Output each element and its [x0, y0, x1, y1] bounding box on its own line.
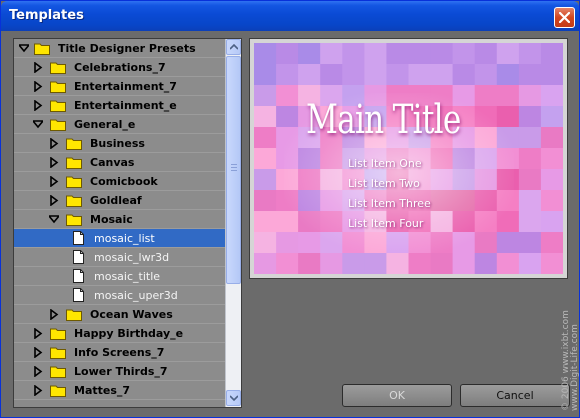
- expand-arrow-icon[interactable]: [50, 138, 60, 149]
- ok-button[interactable]: OK: [342, 384, 452, 407]
- scroll-thumb[interactable]: [226, 56, 241, 284]
- tree-item-label: Mattes_7: [74, 384, 131, 397]
- file-icon: [73, 269, 84, 283]
- tree-item-label: Title Designer Presets: [58, 42, 196, 55]
- tree-folder-item[interactable]: Goldleaf: [14, 191, 226, 210]
- folder-icon: [50, 328, 66, 340]
- expand-arrow-icon[interactable]: [50, 176, 60, 187]
- watermark: © 2006 www.ixbt.com www.Digit-Life.com: [561, 310, 579, 411]
- expand-arrow-icon[interactable]: [34, 81, 44, 92]
- folder-icon: [50, 100, 66, 112]
- preview-list-item: List Item Four: [348, 217, 424, 230]
- tree-item-label: Lower Thirds_7: [74, 365, 168, 378]
- expand-arrow-icon[interactable]: [34, 62, 44, 73]
- folder-icon: [66, 214, 82, 226]
- close-icon: [559, 12, 570, 23]
- folder-icon: [66, 138, 82, 150]
- tree-item-label: Entertainment_7: [74, 80, 177, 93]
- preview-main-title: Main Title: [306, 97, 461, 143]
- collapse-arrow-icon[interactable]: [49, 214, 59, 225]
- folder-icon: [66, 195, 82, 207]
- cancel-button[interactable]: Cancel: [460, 384, 570, 407]
- preview-frame: Main Title List Item One List Item Two L…: [249, 38, 568, 279]
- tree-item-label: Info Screens_7: [74, 346, 165, 359]
- folder-icon: [50, 119, 66, 131]
- expand-arrow-icon[interactable]: [34, 100, 44, 111]
- preview-list-item: List Item Two: [348, 177, 420, 190]
- preview-list-item: List Item Three: [348, 197, 431, 210]
- tree-file-item[interactable]: mosaic_lwr3d: [14, 248, 226, 267]
- folder-icon: [66, 176, 82, 188]
- tree-folder-item[interactable]: Entertainment_e: [14, 96, 226, 115]
- tree-item-label: Goldleaf: [90, 194, 142, 207]
- expand-arrow-icon[interactable]: [34, 366, 44, 377]
- preview-list-item: List Item One: [348, 157, 422, 170]
- expand-arrow-icon[interactable]: [50, 309, 60, 320]
- tree-folder-item[interactable]: Comicbook: [14, 172, 226, 191]
- file-icon: [73, 250, 84, 264]
- tree-file-item[interactable]: mosaic_uper3d: [14, 286, 226, 305]
- expand-arrow-icon[interactable]: [50, 157, 60, 168]
- folder-icon: [50, 385, 66, 397]
- chevron-up-icon: [230, 44, 238, 50]
- templates-dialog: Templates Title Designer Presets Celebrat…: [0, 0, 580, 418]
- tree-item-label: Happy Birthday_e: [74, 327, 184, 340]
- dialog-body: Title Designer Presets Celebrations_7 Ente…: [4, 31, 576, 415]
- close-button[interactable]: [554, 7, 575, 28]
- watermark-line-2: www.Digit-Life.com: [570, 324, 579, 411]
- tree-list: Title Designer Presets Celebrations_7 Ente…: [14, 39, 226, 400]
- tree-folder-item[interactable]: Happy Birthday_e: [14, 324, 226, 343]
- tree-file-item[interactable]: mosaic_title: [14, 267, 226, 286]
- file-icon: [73, 231, 84, 245]
- tree-scrollbar[interactable]: [225, 39, 241, 407]
- expand-arrow-icon[interactable]: [34, 328, 44, 339]
- folder-icon: [66, 157, 82, 169]
- tree-folder-item[interactable]: Mattes_7: [14, 381, 226, 400]
- tree-item-label: mosaic_title: [94, 270, 161, 283]
- title-bar[interactable]: Templates: [1, 1, 579, 31]
- tree-folder-item[interactable]: Mosaic: [14, 210, 226, 229]
- expand-arrow-icon[interactable]: [34, 385, 44, 396]
- tree-item-label: Comicbook: [90, 175, 158, 188]
- window-title: Templates: [9, 8, 84, 23]
- tree-item-label: Celebrations_7: [74, 61, 166, 74]
- tree-folder-item[interactable]: Lower Thirds_7: [14, 362, 226, 381]
- expand-arrow-icon[interactable]: [34, 347, 44, 358]
- folder-icon: [50, 81, 66, 93]
- file-icon: [73, 288, 84, 302]
- tree-item-label: Ocean Waves: [90, 308, 173, 321]
- tree-item-label: mosaic_lwr3d: [94, 251, 170, 264]
- folder-icon: [50, 347, 66, 359]
- chevron-down-icon: [230, 395, 238, 401]
- tree-item-label: mosaic_uper3d: [94, 289, 178, 302]
- tree-folder-item[interactable]: Celebrations_7: [14, 58, 226, 77]
- scroll-up-button[interactable]: [226, 39, 241, 55]
- folder-icon: [34, 43, 50, 55]
- tree-folder-item[interactable]: Info Screens_7: [14, 343, 226, 362]
- tree-item-label: mosaic_list: [94, 232, 155, 245]
- tree-folder-item[interactable]: Entertainment_7: [14, 77, 226, 96]
- tree-item-label: Canvas: [90, 156, 135, 169]
- template-preview: Main Title List Item One List Item Two L…: [254, 43, 563, 274]
- folder-icon: [50, 366, 66, 378]
- tree-item-label: Entertainment_e: [74, 99, 177, 112]
- tree-folder-item[interactable]: General_e: [14, 115, 226, 134]
- collapse-arrow-icon[interactable]: [33, 119, 43, 130]
- collapse-arrow-icon[interactable]: [19, 43, 29, 54]
- tree-item-label: General_e: [74, 118, 136, 131]
- folder-icon: [66, 309, 82, 321]
- scroll-down-button[interactable]: [226, 390, 241, 406]
- tree-file-item[interactable]: mosaic_list: [14, 229, 226, 248]
- tree-item-label: Business: [90, 137, 145, 150]
- tree-item-label: Mosaic: [90, 213, 133, 226]
- expand-arrow-icon[interactable]: [50, 195, 60, 206]
- tree-folder-item[interactable]: Title Designer Presets: [14, 39, 226, 58]
- tree-folder-item[interactable]: Canvas: [14, 153, 226, 172]
- tree-folder-item[interactable]: Ocean Waves: [14, 305, 226, 324]
- tree-folder-item[interactable]: Business: [14, 134, 226, 153]
- folder-icon: [50, 62, 66, 74]
- template-tree[interactable]: Title Designer Presets Celebrations_7 Ente…: [13, 38, 242, 408]
